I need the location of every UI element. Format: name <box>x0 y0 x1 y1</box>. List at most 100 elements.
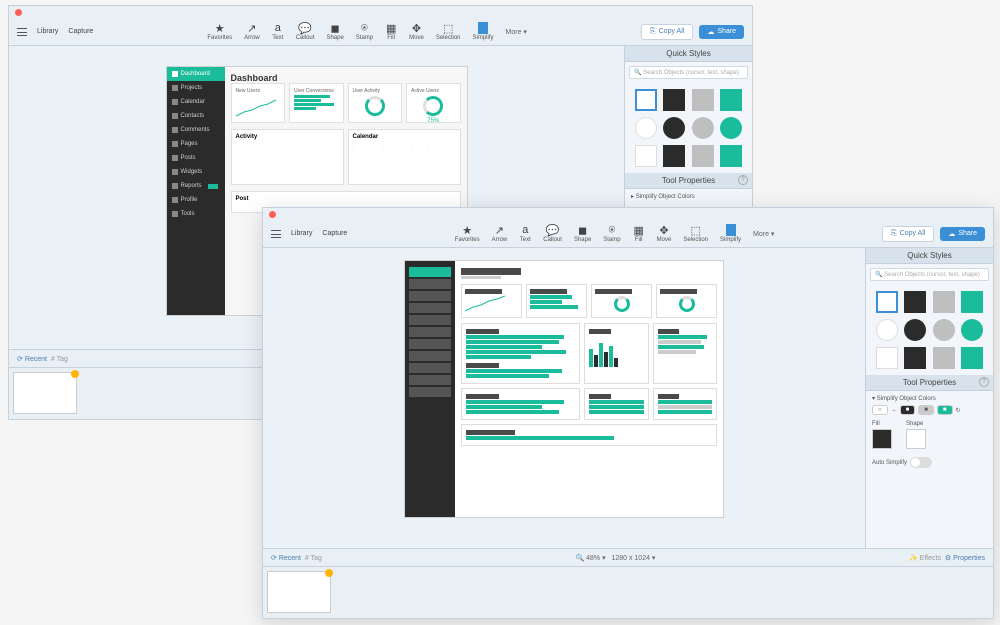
tool-text[interactable]: aText <box>519 224 531 243</box>
tool-shape[interactable]: ◼Shape <box>574 224 591 243</box>
swatch[interactable] <box>904 291 926 313</box>
page-title: Dashboard <box>231 73 461 83</box>
library-tab[interactable]: Library <box>37 28 58 35</box>
swatch[interactable] <box>663 145 685 167</box>
map-teal[interactable]: ■ <box>937 405 953 415</box>
swatch[interactable] <box>933 319 955 341</box>
arrow-icon: ↗ <box>493 224 505 236</box>
activity-panel: Activity <box>231 129 344 185</box>
swatch[interactable] <box>904 347 926 369</box>
app-window-2: Library Capture ★Favorites ↗Arrow aText … <box>262 207 994 619</box>
help-icon[interactable]: ? <box>738 175 748 185</box>
tool-fill[interactable]: ▦Fill <box>633 224 645 243</box>
refresh-icon[interactable]: ↻ <box>956 407 961 414</box>
swatch[interactable] <box>933 291 955 313</box>
swatch[interactable] <box>961 291 983 313</box>
tool-arrow[interactable]: ↗Arrow <box>244 22 260 41</box>
recent-tab[interactable]: ⟳ Recent <box>271 555 301 562</box>
arrow-icon: ↗ <box>246 22 258 34</box>
library-tab[interactable]: Library <box>291 230 312 237</box>
dimensions[interactable]: 1280 x 1024 ▾ <box>611 555 655 562</box>
more-button[interactable]: More ▾ <box>753 230 774 238</box>
properties-button[interactable]: ⚙ Properties <box>945 555 985 562</box>
map-black[interactable]: ■ <box>900 405 916 415</box>
swatch[interactable] <box>933 347 955 369</box>
simplify-icon <box>478 22 488 34</box>
map-gray[interactable]: ■ <box>918 405 934 415</box>
swatch[interactable] <box>876 319 898 341</box>
swatch[interactable] <box>663 89 685 111</box>
thumbnail[interactable] <box>13 372 77 414</box>
tool-strip: ★Favorites ↗Arrow aText 💬Callout ◼Shape … <box>347 224 882 243</box>
tool-text[interactable]: aText <box>272 22 284 41</box>
tool-favorites[interactable]: ★Favorites <box>207 22 232 41</box>
tool-move[interactable]: ✥Move <box>657 224 672 243</box>
swatch[interactable] <box>720 117 742 139</box>
source-color[interactable]: ○ <box>872 405 888 415</box>
auto-simplify-toggle[interactable] <box>910 457 932 468</box>
swatch[interactable] <box>692 145 714 167</box>
swatch[interactable] <box>663 117 685 139</box>
right-panel: Quick Styles 🔍 Search Objects (cursor, t… <box>865 248 993 548</box>
swatch[interactable] <box>720 89 742 111</box>
swatch[interactable] <box>692 117 714 139</box>
tool-callout[interactable]: 💬Callout <box>296 22 315 41</box>
tool-simplify[interactable]: Simplify <box>720 224 741 243</box>
stamp-icon: ⍟ <box>358 22 370 34</box>
tool-shape[interactable]: ◼Shape <box>326 22 343 41</box>
nav-item: Profile <box>167 193 225 207</box>
tool-favorites[interactable]: ★Favorites <box>455 224 480 243</box>
card-new-users: New Users <box>231 83 286 123</box>
share-button[interactable]: ☁Share <box>940 227 985 241</box>
swatch[interactable] <box>961 347 983 369</box>
fill-color[interactable] <box>872 429 892 449</box>
swatch[interactable] <box>876 347 898 369</box>
swatch[interactable] <box>635 117 657 139</box>
effects-button[interactable]: ✨ Effects <box>909 555 941 562</box>
tool-selection[interactable]: ⬚Selection <box>683 224 708 243</box>
swatch[interactable] <box>692 89 714 111</box>
copy-all-button[interactable]: ⎘Copy All <box>882 226 934 242</box>
tool-move[interactable]: ✥Move <box>409 22 424 41</box>
tool-arrow[interactable]: ↗Arrow <box>492 224 508 243</box>
menu-icon[interactable] <box>17 28 27 36</box>
tool-props-header: Tool Properties? <box>625 173 752 189</box>
swatch[interactable] <box>876 291 898 313</box>
fill-icon: ▦ <box>385 22 397 34</box>
simplify-icon <box>726 224 736 236</box>
close-icon[interactable] <box>269 211 276 218</box>
tool-stamp[interactable]: ⍟Stamp <box>603 224 620 243</box>
tool-fill[interactable]: ▦Fill <box>385 22 397 41</box>
help-icon[interactable]: ? <box>979 377 989 387</box>
capture-tab[interactable]: Capture <box>68 28 93 35</box>
swatch[interactable] <box>635 89 657 111</box>
callout-icon: 💬 <box>299 22 311 34</box>
star-icon: ★ <box>461 224 473 236</box>
tag-tab[interactable]: # Tag <box>305 555 322 562</box>
close-icon[interactable] <box>15 9 22 16</box>
tool-stamp[interactable]: ⍟Stamp <box>356 22 373 41</box>
copy-all-button[interactable]: ⎘Copy All <box>641 24 693 40</box>
tag-tab[interactable]: # Tag <box>51 356 68 363</box>
recent-tab[interactable]: ⟳ Recent <box>17 356 47 363</box>
canvas[interactable] <box>263 248 865 548</box>
tool-simplify[interactable]: Simplify <box>473 22 494 41</box>
star-icon: ★ <box>214 22 226 34</box>
menu-icon[interactable] <box>271 230 281 238</box>
shape-preview[interactable] <box>906 429 926 449</box>
swatch[interactable] <box>961 319 983 341</box>
capture-tab[interactable]: Capture <box>322 230 347 237</box>
callout-icon: 💬 <box>547 224 559 236</box>
tool-selection[interactable]: ⬚Selection <box>436 22 461 41</box>
more-button[interactable]: More ▾ <box>506 28 527 36</box>
swatch[interactable] <box>635 145 657 167</box>
thumbnail[interactable] <box>267 571 331 613</box>
share-button[interactable]: ☁Share <box>699 25 744 39</box>
swatch[interactable] <box>904 319 926 341</box>
tool-callout[interactable]: 💬Callout <box>543 224 562 243</box>
search-input[interactable]: 🔍 Search Objects (cursor, text, shape) <box>629 66 748 79</box>
zoom-control[interactable]: 🔍 48% ▾ <box>575 555 605 562</box>
nav-item: Contacts <box>167 109 225 123</box>
swatch[interactable] <box>720 145 742 167</box>
search-input[interactable]: 🔍 Search Objects (cursor, text, shape) <box>870 268 989 281</box>
